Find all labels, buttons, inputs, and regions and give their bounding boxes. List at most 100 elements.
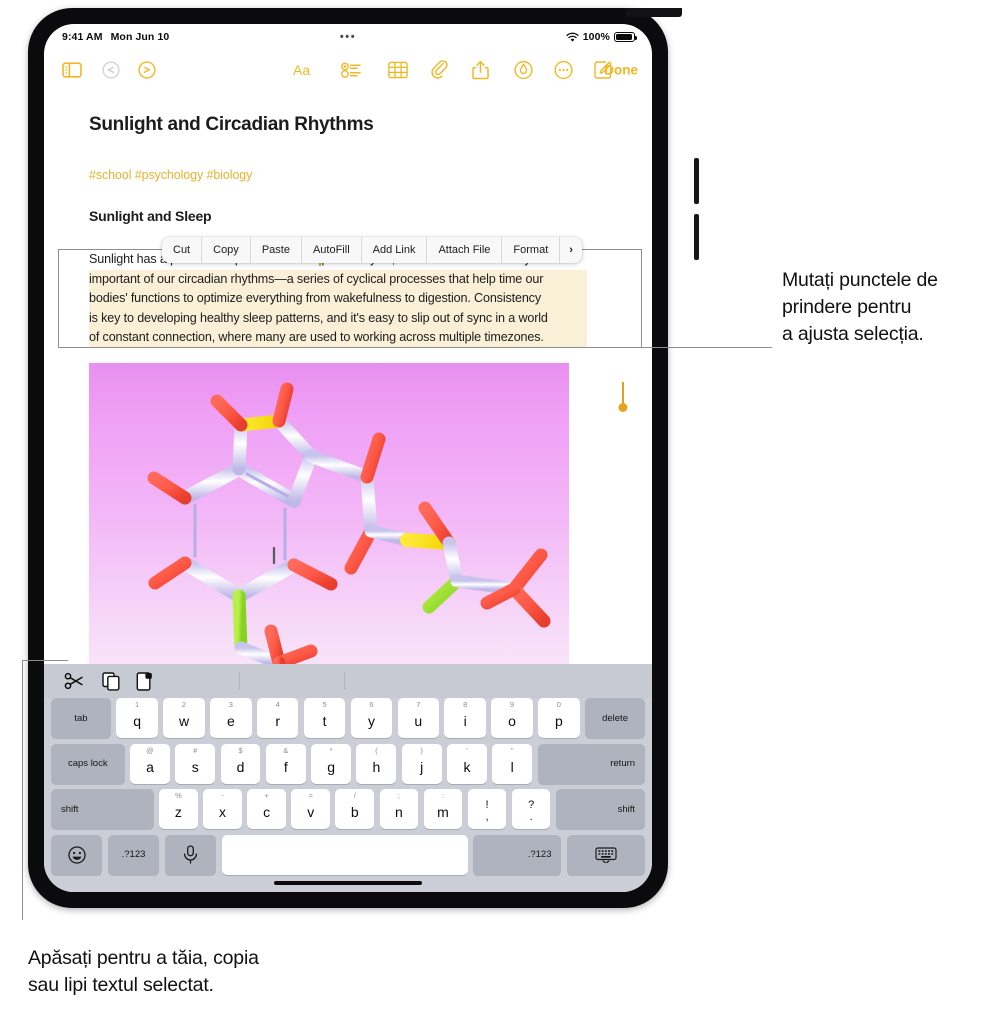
- key-comma-exclaim[interactable]: !,: [467, 789, 507, 829]
- key-shift-left[interactable]: shift: [51, 789, 154, 829]
- key-b[interactable]: / b: [335, 789, 375, 829]
- key-numeric-left[interactable]: .?123: [107, 834, 160, 875]
- key-numeric-right[interactable]: .?123: [473, 834, 562, 875]
- shortcut-callout-leader-horizontal: [22, 660, 68, 662]
- done-button[interactable]: Done: [604, 63, 638, 78]
- key-u[interactable]: 7u: [397, 698, 439, 738]
- paragraph-line-selected: important of our circadian rhythms—a ser…: [89, 269, 587, 290]
- paragraph-line-selected: bodies' functions to optimize everything…: [89, 289, 587, 309]
- battery-icon: [614, 31, 638, 43]
- keyboard-row-3: shift % z -x + c = v / b ; n :m !, ?. shift: [44, 789, 652, 829]
- key-z[interactable]: % z: [159, 789, 198, 829]
- key-k[interactable]: ' k: [447, 743, 487, 784]
- key-n[interactable]: ; n: [379, 789, 419, 829]
- status-bar: 9:41 AM Mon Jun 10 ••• 100%: [44, 24, 652, 50]
- key-delete[interactable]: delete: [585, 698, 646, 738]
- scissors-icon[interactable]: [64, 672, 84, 690]
- screenshot-root: 9:41 AM Mon Jun 10 ••• 100% Aa Done Sunl…: [0, 0, 984, 1024]
- status-bar-left: 9:41 AM Mon Jun 10: [62, 31, 169, 43]
- notes-toolbar: Aa Done: [44, 50, 652, 90]
- keyboard-shortcut-bar: [44, 664, 652, 698]
- battery-percent-label: 100%: [582, 31, 610, 43]
- key-x[interactable]: -x: [203, 789, 242, 829]
- key-t[interactable]: 5t: [303, 698, 346, 738]
- key-tab[interactable]: tab: [51, 698, 111, 738]
- menu-item-autofill[interactable]: AutoFill: [302, 237, 362, 263]
- selection-callout-text: Mutați punctele de prindere pentru a aju…: [782, 269, 938, 345]
- edit-context-menu[interactable]: Cut Copy Paste AutoFill Add Link Attach …: [162, 237, 582, 263]
- more-ellipsis-icon[interactable]: [554, 60, 573, 80]
- hide-keyboard-icon[interactable]: [566, 834, 646, 875]
- copy-icon[interactable]: [102, 672, 121, 691]
- volume-down-button[interactable]: [694, 214, 699, 260]
- redo-icon[interactable]: [138, 61, 156, 79]
- keyboard-row-4: .?123 .?123: [44, 834, 652, 875]
- home-indicator[interactable]: [274, 881, 422, 885]
- keyboard-rows: tab 1q 2w 3e 4r 5t 6y 7u 8i 9o 0p delete: [44, 698, 652, 880]
- menu-item-paste[interactable]: Paste: [251, 237, 302, 263]
- paste-icon[interactable]: [136, 672, 155, 691]
- keyboard-row-1: tab 1q 2w 3e 4r 5t 6y 7u 8i 9o 0p delete: [44, 698, 652, 738]
- mic-icon[interactable]: [164, 834, 217, 875]
- wifi-icon: [566, 32, 579, 43]
- key-w[interactable]: 2w: [163, 698, 205, 738]
- key-period-question[interactable]: ?.: [511, 789, 551, 829]
- paragraph-line-selected: is key to developing healthy sleep patte…: [89, 308, 587, 329]
- paperclip-icon[interactable]: [431, 60, 449, 80]
- ipad-screen: 9:41 AM Mon Jun 10 ••• 100% Aa Done Sunl…: [44, 24, 652, 892]
- key-m[interactable]: :m: [423, 789, 463, 829]
- key-y[interactable]: 6y: [350, 698, 393, 738]
- key-q[interactable]: 1q: [116, 698, 158, 738]
- key-h[interactable]: (h: [356, 743, 397, 784]
- status-date: Mon Jun 10: [110, 31, 170, 43]
- note-tags[interactable]: #school #psychology #biology: [89, 168, 252, 182]
- shortcut-callout-text: Apăsați pentru a tăia, copia sau lipi te…: [28, 947, 259, 996]
- selection-callout-leader: [642, 347, 772, 349]
- menu-item-attach-file[interactable]: Attach File: [427, 237, 503, 263]
- key-s[interactable]: # s: [175, 743, 216, 784]
- svg-text:Aa: Aa: [293, 62, 310, 78]
- emoji-icon[interactable]: [51, 834, 103, 875]
- table-icon[interactable]: [388, 61, 408, 79]
- undo-icon[interactable]: [102, 61, 120, 79]
- share-icon[interactable]: [472, 60, 489, 80]
- key-l[interactable]: " l: [492, 743, 533, 784]
- sidebar-icon[interactable]: [62, 62, 82, 78]
- format-aa-icon[interactable]: Aa: [293, 62, 317, 78]
- key-p[interactable]: 0p: [538, 698, 580, 738]
- key-return[interactable]: return: [537, 743, 646, 784]
- menu-item-copy[interactable]: Copy: [202, 237, 251, 263]
- multitasking-dots[interactable]: •••: [340, 31, 356, 43]
- menu-item-format[interactable]: Format: [502, 237, 561, 263]
- key-space[interactable]: [221, 834, 468, 875]
- key-o[interactable]: 9o: [491, 698, 533, 738]
- key-v[interactable]: = v: [291, 789, 330, 829]
- key-caps-lock[interactable]: caps lock: [51, 743, 125, 784]
- ipad-device-frame: 9:41 AM Mon Jun 10 ••• 100% Aa Done Sunl…: [28, 8, 699, 908]
- markup-pen-icon[interactable]: [514, 60, 533, 80]
- selection-end-handle[interactable]: [618, 382, 628, 412]
- key-c[interactable]: + c: [247, 789, 286, 829]
- note-section-heading: Sunlight and Sleep: [89, 208, 212, 224]
- key-i[interactable]: 8i: [444, 698, 486, 738]
- status-bar-right: 100%: [566, 31, 638, 43]
- volume-up-button[interactable]: [694, 158, 699, 204]
- menu-item-cut[interactable]: Cut: [162, 237, 203, 263]
- menu-item-more-chevron[interactable]: ›: [560, 237, 582, 263]
- power-button[interactable]: [626, 8, 682, 17]
- key-shift-right[interactable]: shift: [555, 789, 646, 829]
- key-d[interactable]: $ d: [220, 743, 261, 784]
- key-r[interactable]: 4r: [257, 698, 299, 738]
- key-f[interactable]: & f: [265, 743, 306, 784]
- shortcut-callout-leader-vertical: [22, 660, 24, 920]
- checklist-icon[interactable]: [341, 62, 361, 78]
- key-j[interactable]: ) j: [401, 743, 442, 784]
- menu-item-add-link[interactable]: Add Link: [362, 237, 428, 263]
- paragraph-line-selected: of constant connection, where many are u…: [89, 328, 587, 348]
- status-time: 9:41 AM: [62, 31, 103, 43]
- keyboard-row-2: caps lock @ a # s $ d & f * g (h ) j ' k " l ret…: [44, 743, 652, 784]
- note-paragraph[interactable]: Sunlight has a profound impact on the sl…: [89, 250, 587, 348]
- key-g[interactable]: * g: [311, 743, 351, 784]
- key-e[interactable]: 3e: [210, 698, 252, 738]
- key-a[interactable]: @ a: [130, 743, 170, 784]
